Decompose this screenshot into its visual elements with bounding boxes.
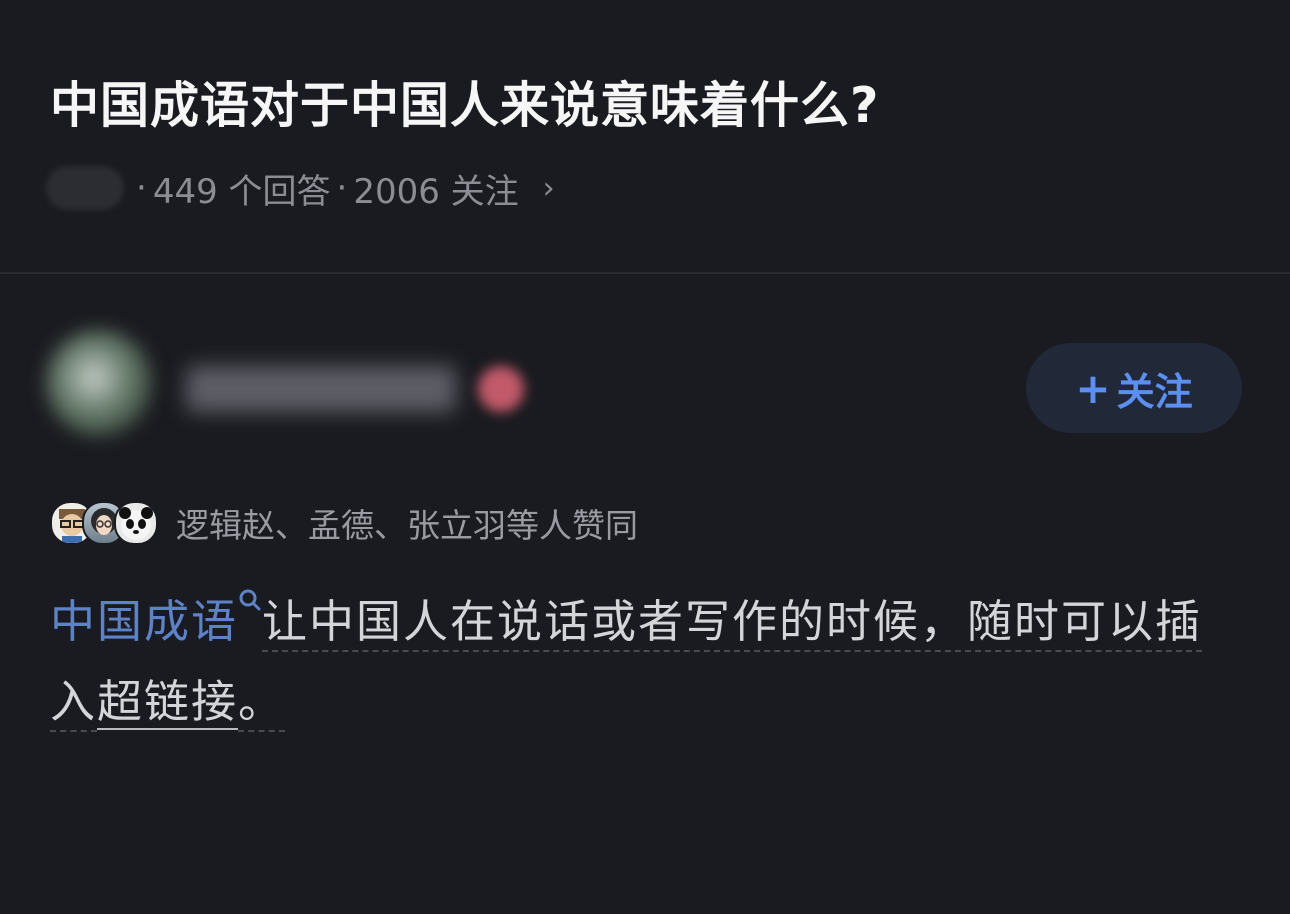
- topic-chip-blurred[interactable]: [46, 166, 124, 210]
- term-link[interactable]: 中国成语: [50, 595, 238, 648]
- author-badge-icon: [478, 366, 524, 412]
- meta-separator: ·: [136, 168, 147, 208]
- follow-label: 关注: [1116, 369, 1193, 414]
- hyperlink[interactable]: 超链接: [97, 675, 239, 730]
- answer-content[interactable]: 中国成语 让中国人在说话或者写作的时候，随时可以插入超链接。: [50, 582, 1230, 742]
- chevron-right-icon: ›: [542, 170, 555, 206]
- followers-count: 2006 关注: [353, 171, 519, 212]
- question-meta[interactable]: · 449 个回答 · 2006 关注 ›: [46, 162, 555, 214]
- question-title[interactable]: 中国成语对于中国人来说意味着什么?: [50, 72, 879, 140]
- divider: [0, 272, 1290, 274]
- endorsement-text[interactable]: 逻辑赵、孟德、张立羽等人赞同: [176, 499, 638, 547]
- search-icon[interactable]: [238, 588, 262, 628]
- answers-count: 449 个回答: [152, 171, 331, 212]
- author-avatar[interactable]: [46, 330, 152, 436]
- endorsement-row[interactable]: 逻辑赵、孟德、张立羽等人赞同: [50, 500, 638, 546]
- meta-separator: ·: [336, 168, 348, 208]
- author-name-blurred[interactable]: [186, 366, 456, 412]
- plus-icon: +: [1075, 363, 1111, 413]
- panda-avatar-icon: [114, 501, 158, 545]
- follow-button[interactable]: + 关注: [1026, 343, 1242, 433]
- answer-text-end: 。: [238, 675, 286, 732]
